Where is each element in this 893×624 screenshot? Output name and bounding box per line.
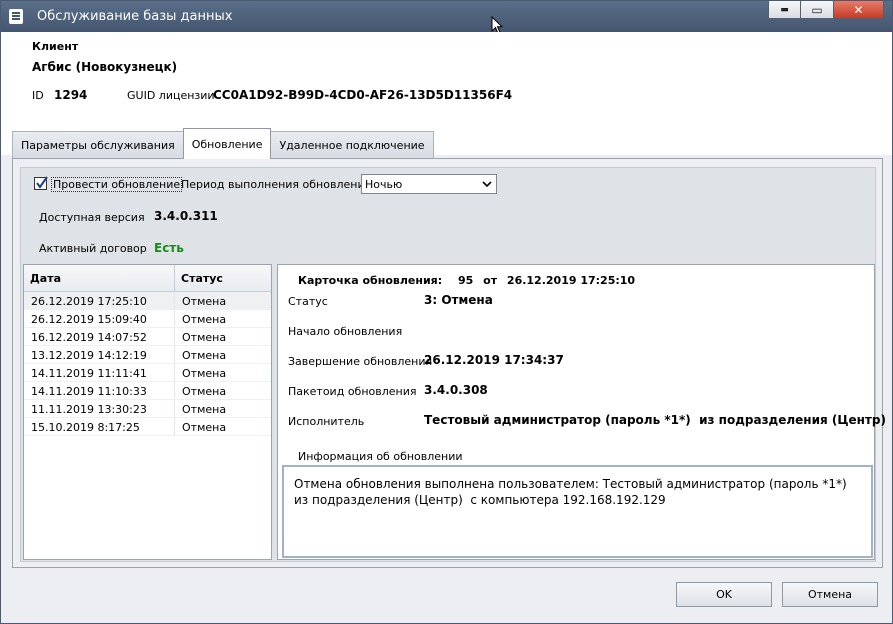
ok-button[interactable]: OK: [676, 582, 772, 607]
client-label: Клиент: [32, 40, 79, 53]
row-status: Отмена: [182, 349, 227, 362]
row-date: 26.12.2019 17:25:10: [24, 292, 175, 309]
table-header: Дата Статус: [24, 265, 271, 292]
row-date: 11.11.2019 13:30:23: [24, 400, 175, 417]
row-status: Отмена: [182, 295, 227, 308]
chevron-down-icon: [482, 181, 492, 188]
window-controls: ▬ ▭ ✕: [768, 1, 884, 19]
period-select-value: Ночью: [365, 178, 403, 191]
table-row[interactable]: 15.10.2019 8:17:25 Отмена: [24, 418, 271, 436]
start-label: Начало обновления: [288, 325, 403, 338]
close-icon: ✕: [853, 2, 864, 17]
available-version-value: 3.4.0.311: [154, 209, 218, 223]
active-contract-label: Активный договор: [39, 242, 147, 255]
row-status: Отмена: [182, 403, 227, 416]
maximize-button[interactable]: ▭: [801, 1, 834, 19]
period-label: Период выполнения обновления: [181, 178, 372, 191]
id-value: 1294: [54, 88, 88, 102]
row-date: 16.12.2019 14:07:52: [24, 328, 175, 345]
executor-label: Исполнитель: [288, 415, 365, 428]
table-row[interactable]: 26.12.2019 15:09:40 Отмена: [24, 310, 271, 328]
tab-bar: Параметры обслуживания Обновление Удален…: [12, 128, 434, 159]
table-row[interactable]: 11.11.2019 13:30:23 Отмена: [24, 400, 271, 418]
end-label: Завершение обновления: [288, 355, 433, 368]
card-number: 95: [457, 274, 474, 287]
dialog-window: Обслуживание базы данных ▬ ▭ ✕ Клиент Аг…: [0, 0, 893, 624]
perform-update-checkbox[interactable]: [34, 176, 48, 190]
checkmark-icon: [36, 176, 48, 189]
row-date: 15.10.2019 8:17:25: [24, 418, 175, 435]
update-card: Карточка обновления: 95 от 26.12.2019 17…: [277, 264, 886, 560]
info-label: Информация об обновлении: [298, 450, 463, 463]
active-contract-value: Есть: [154, 241, 184, 255]
guid-value: CC0A1D92-B99D-4CD0-AF26-13D5D11356F4: [213, 88, 513, 102]
end-value: 26.12.2019 17:34:37: [424, 353, 564, 367]
column-date[interactable]: Дата: [24, 265, 175, 291]
minimize-icon: ▬: [780, 4, 789, 15]
status-value: 3: Отмена: [424, 293, 493, 307]
card-title: Карточка обновления: 95 от 26.12.2019 17…: [298, 274, 641, 287]
table-row[interactable]: 16.12.2019 14:07:52 Отмена: [24, 328, 271, 346]
database-app-icon: [9, 9, 23, 24]
row-status: Отмена: [182, 367, 227, 380]
period-select[interactable]: Ночью: [361, 174, 497, 194]
info-textarea[interactable]: Отмена обновления выполнена пользователе…: [282, 465, 873, 558]
tab-panel-update: Провести обновление Период выполнения об…: [12, 158, 886, 568]
row-date: 14.11.2019 11:10:33: [24, 382, 175, 399]
available-version-label: Доступная версия: [39, 211, 145, 224]
guid-label: GUID лицензии: [127, 89, 215, 102]
row-date: 13.12.2019 14:12:19: [24, 346, 175, 363]
perform-update-label[interactable]: Провести обновление: [51, 177, 183, 192]
row-status: Отмена: [182, 313, 227, 326]
row-status: Отмена: [182, 385, 227, 398]
client-name: Агбис (Новокузнецк): [32, 60, 178, 74]
minimize-button[interactable]: ▬: [768, 1, 801, 19]
row-date: 14.11.2019 11:11:41: [24, 364, 175, 381]
package-value: 3.4.0.308: [424, 383, 488, 397]
status-label: Статус: [288, 295, 328, 308]
cancel-button[interactable]: Отмена: [782, 582, 878, 607]
table-body: 26.12.2019 17:25:10 Отмена 26.12.2019 15:0…: [24, 292, 271, 436]
table-row[interactable]: 13.12.2019 14:12:19 Отмена: [24, 346, 271, 364]
window-title: Обслуживание базы данных: [37, 9, 233, 24]
executor-value: Тестовый администратор (пароль *1*) из п…: [424, 413, 886, 427]
card-title-label: Карточка обновления:: [298, 274, 443, 287]
row-date: 26.12.2019 15:09:40: [24, 310, 175, 327]
table-row[interactable]: 26.12.2019 17:25:10 Отмена: [24, 292, 271, 310]
update-content: Провести обновление Период выполнения об…: [20, 167, 886, 562]
title-bar[interactable]: Обслуживание базы данных ▬ ▭ ✕: [1, 1, 892, 32]
row-status: Отмена: [182, 331, 227, 344]
card-from: от: [483, 274, 498, 287]
table-row[interactable]: 14.11.2019 11:10:33 Отмена: [24, 382, 271, 400]
tab-maintenance-params[interactable]: Параметры обслуживания: [12, 131, 184, 159]
update-history-table: Дата Статус 26.12.2019 17:25:10 Отмена 26.…: [23, 264, 272, 560]
tab-update[interactable]: Обновление: [182, 128, 272, 159]
column-status[interactable]: Статус: [175, 265, 223, 291]
id-label: ID: [32, 89, 44, 102]
close-button[interactable]: ✕: [834, 1, 884, 19]
card-datetime: 26.12.2019 17:25:10: [506, 274, 636, 287]
maximize-icon: ▭: [811, 2, 823, 17]
table-row[interactable]: 14.11.2019 11:11:41 Отмена: [24, 364, 271, 382]
row-status: Отмена: [182, 421, 227, 434]
tab-remote-connection[interactable]: Удаленное подключение: [270, 131, 434, 159]
package-label: Пакетоид обновления: [288, 385, 417, 398]
